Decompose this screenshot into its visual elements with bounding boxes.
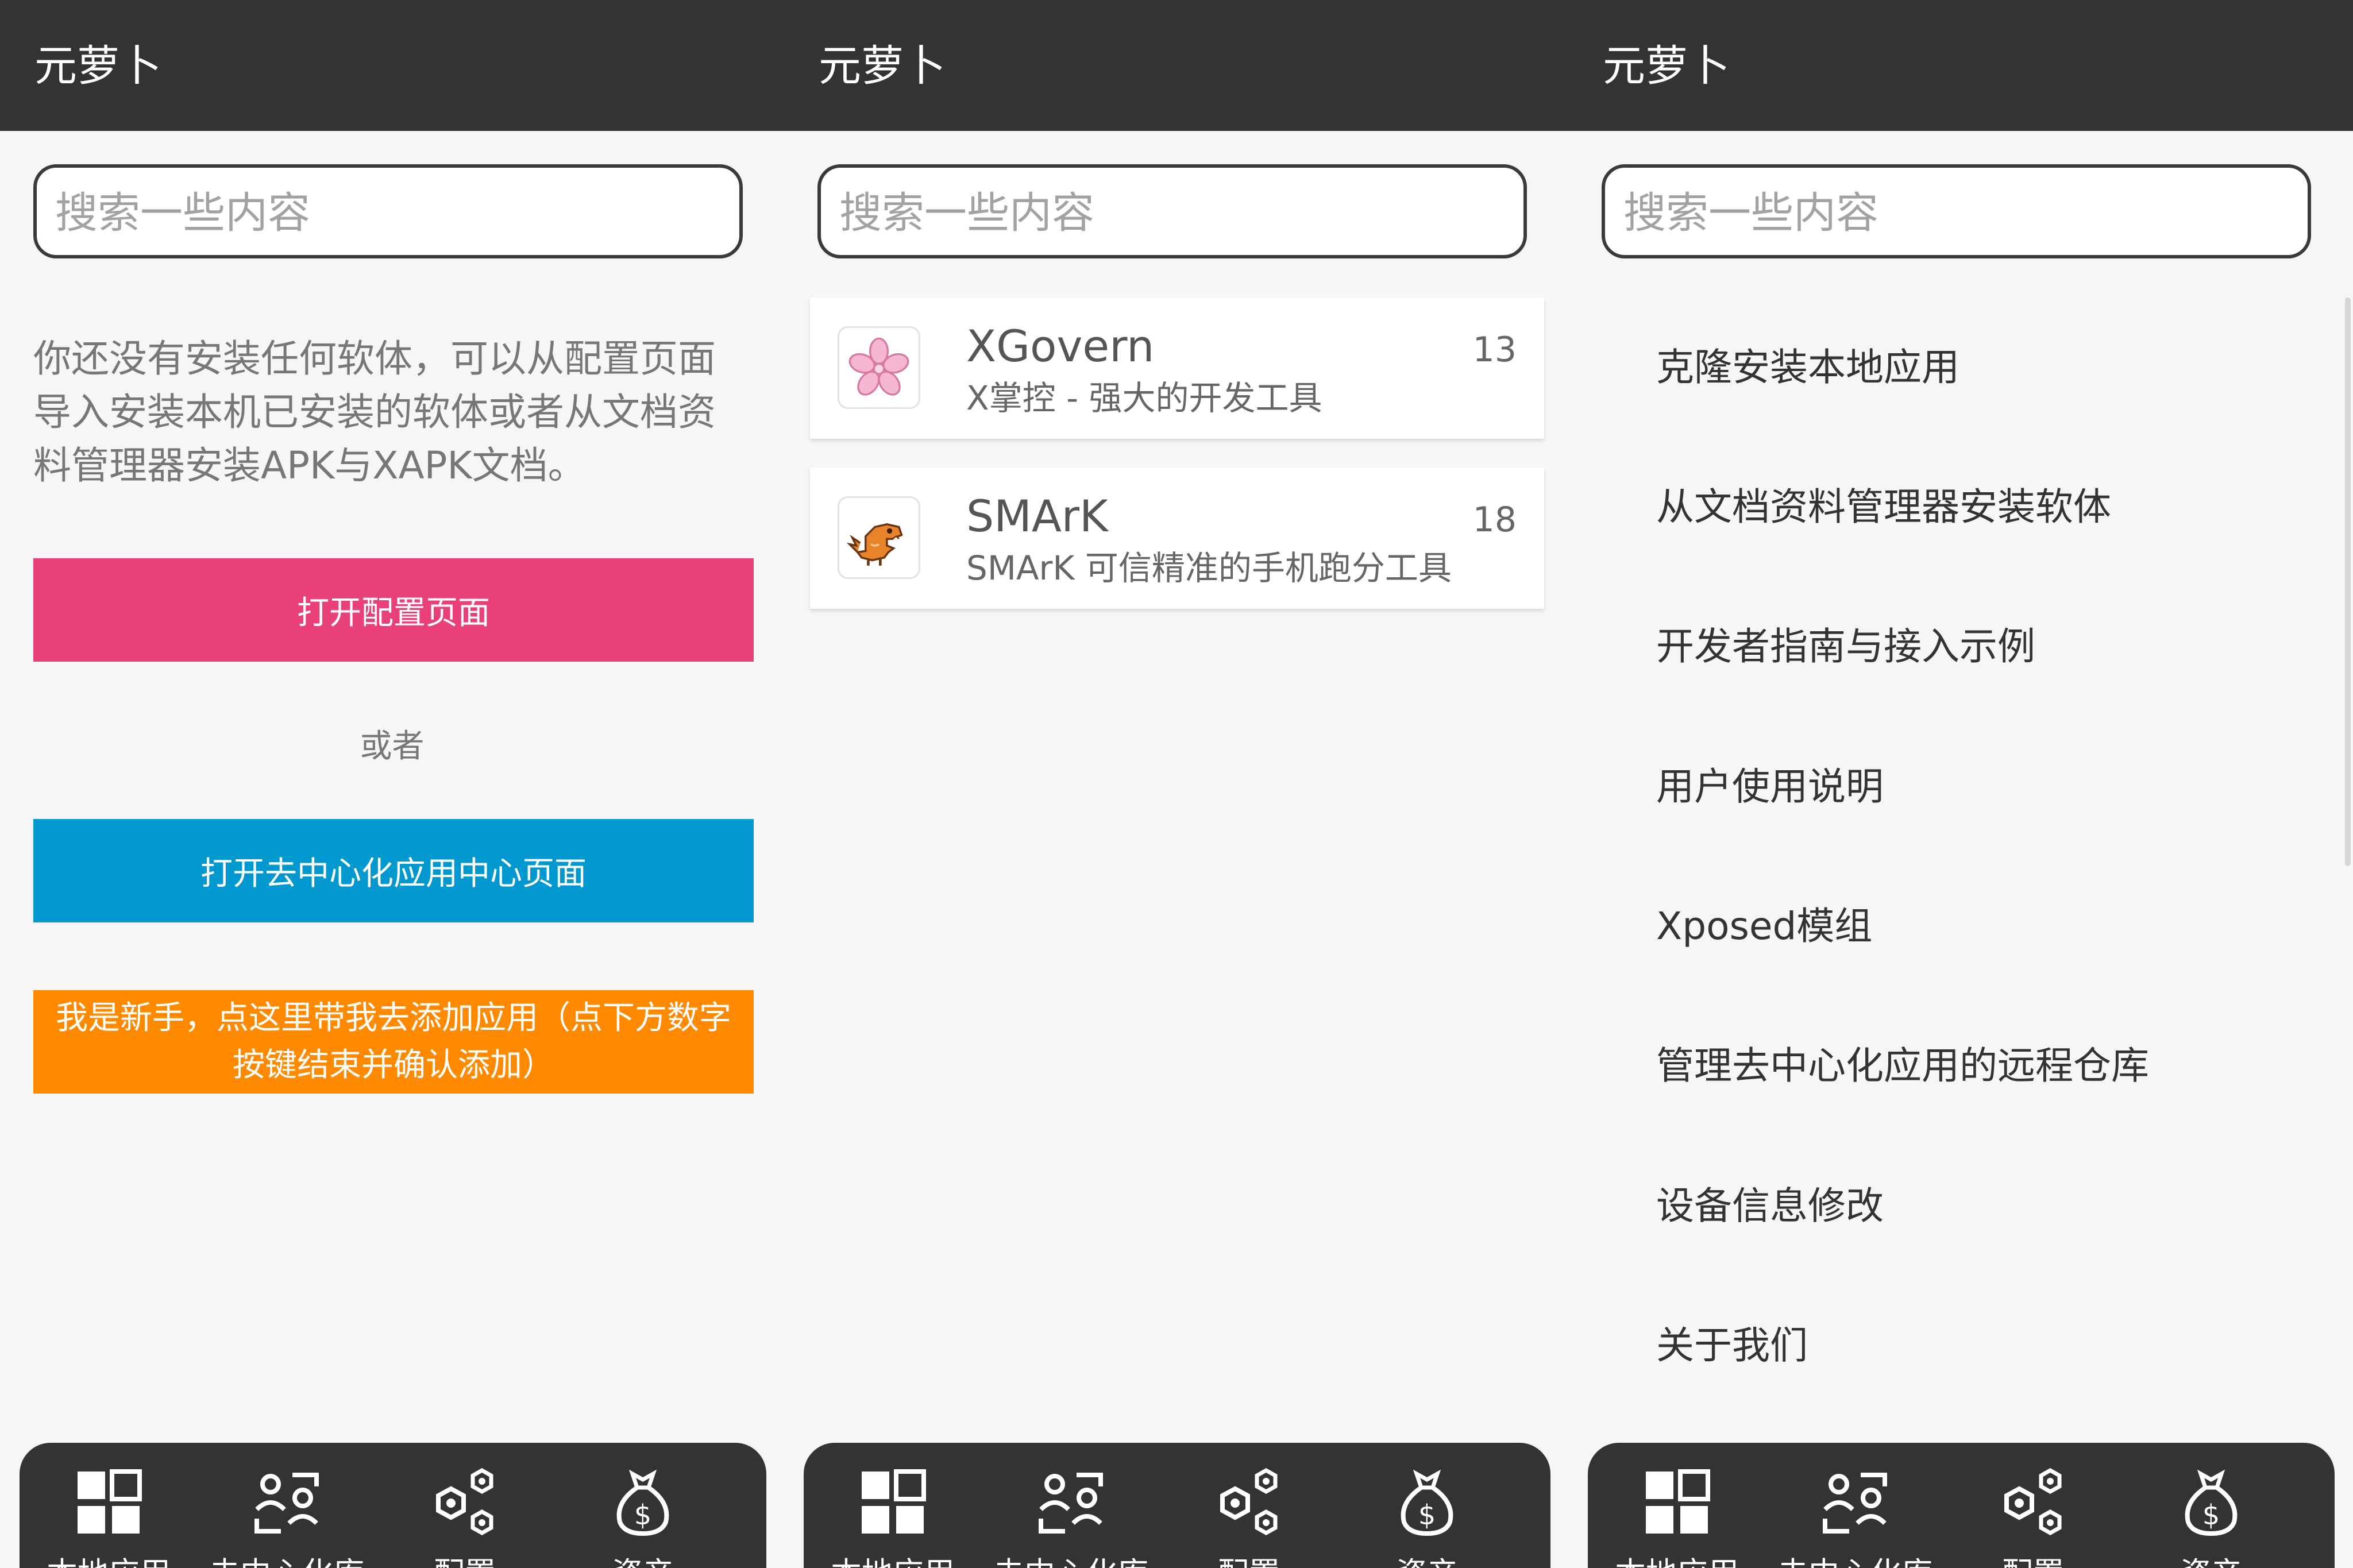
menu-item-clone-install[interactable]: 克隆安装本地应用 (1656, 345, 1959, 391)
nav-label: 去中心化库 (1766, 1555, 1944, 1568)
nav-label: 配置 (376, 1555, 554, 1568)
local-apps-screen: 元萝卜 搜索一些内容 你还没有安装任何软体，可以从配置页面导入安装本机已安装的软… (0, 0, 784, 1568)
nav-label: 资产 (2122, 1555, 2300, 1568)
app-list-item[interactable]: SMArK SMArK 可信精准的手机跑分工具 18 (810, 468, 1544, 609)
search-input[interactable]: 搜索一些内容 (1602, 164, 2311, 258)
people-icon (1039, 1473, 1103, 1534)
svg-text:$: $ (2202, 1499, 2220, 1531)
app-count: 13 (1472, 330, 1517, 370)
app-count: 18 (1472, 500, 1517, 540)
bottom-navigation: 本地应用 去中心化库 配置 (20, 1443, 766, 1568)
gears-icon (436, 1467, 493, 1536)
menu-item-remote-repos[interactable]: 管理去中心化应用的远程仓库 (1656, 1043, 2149, 1089)
newbie-guide-button[interactable]: 我是新手，点这里带我去添加应用（点下方数字按键结束并确认添加） (33, 990, 754, 1094)
nav-item-decentralized-repo[interactable]: 去中心化库 (1766, 1443, 1944, 1568)
search-input[interactable]: 搜索一些内容 (33, 164, 743, 258)
menu-item-about-us[interactable]: 关于我们 (1656, 1323, 1808, 1369)
nav-item-config[interactable]: 配置 (1944, 1443, 2122, 1568)
nav-label: 去中心化库 (198, 1555, 376, 1568)
app-name: XGovern (966, 320, 1155, 372)
nav-item-decentralized-repo[interactable]: 去中心化库 (982, 1443, 1160, 1568)
nav-item-assets[interactable]: $ 资产 (1338, 1443, 1516, 1568)
empty-state-message: 你还没有安装任何软体，可以从配置页面导入安装本机已安装的软体或者从文档资料管理器… (33, 337, 716, 488)
gears-icon (1220, 1467, 1278, 1536)
nav-label: 资产 (1338, 1555, 1516, 1568)
app-description: SMArK 可信精准的手机跑分工具 (966, 549, 1452, 588)
top-app-bar: 元萝卜 (784, 0, 1568, 131)
app-description: X掌控 - 强大的开发工具 (966, 379, 1322, 418)
money-bag-icon: $ (2185, 1469, 2238, 1536)
grid-icon (1646, 1469, 1710, 1534)
open-config-button[interactable]: 打开配置页面 (33, 558, 754, 662)
gears-icon (2004, 1467, 2062, 1536)
menu-item-developer-guide[interactable]: 开发者指南与接入示例 (1656, 624, 2035, 670)
or-divider-text: 或者 (360, 728, 425, 765)
search-placeholder: 搜索一些内容 (839, 188, 1094, 238)
svg-text:$: $ (634, 1499, 652, 1531)
nav-label: 本地应用 (1588, 1555, 1766, 1568)
nav-item-decentralized-repo[interactable]: 去中心化库 (198, 1443, 376, 1568)
menu-item-xposed-modules[interactable]: Xposed模组 (1656, 903, 1872, 949)
search-input[interactable]: 搜索一些内容 (817, 164, 1527, 258)
nav-label: 本地应用 (20, 1555, 198, 1568)
scrollbar[interactable] (2345, 298, 2351, 866)
open-decentralized-center-button[interactable]: 打开去中心化应用中心页面 (33, 819, 754, 922)
app-title: 元萝卜 (1603, 41, 1730, 91)
decentralized-repo-screen: 元萝卜 搜索一些内容 XGovern X掌控 - 强大的开发工具 13 SMAr… (784, 0, 1568, 1568)
app-name: SMArK (966, 491, 1108, 542)
top-app-bar: 元萝卜 (0, 0, 784, 131)
top-app-bar: 元萝卜 (1568, 0, 2353, 131)
nav-label: 本地应用 (804, 1555, 982, 1568)
app-list-item[interactable]: XGovern X掌控 - 强大的开发工具 13 (810, 298, 1544, 439)
cherry-blossom-icon (838, 326, 920, 409)
nav-item-assets[interactable]: $ 资产 (554, 1443, 732, 1568)
money-bag-icon: $ (1401, 1469, 1453, 1536)
menu-item-install-from-files[interactable]: 从文档资料管理器安装软体 (1656, 484, 2111, 530)
menu-item-device-info[interactable]: 设备信息修改 (1656, 1183, 1884, 1229)
app-title: 元萝卜 (34, 41, 162, 91)
nav-label: 配置 (1944, 1555, 2122, 1568)
nav-label: 去中心化库 (982, 1555, 1160, 1568)
nav-item-config[interactable]: 配置 (376, 1443, 554, 1568)
grid-icon (862, 1469, 926, 1534)
app-title: 元萝卜 (819, 41, 946, 91)
nav-item-local-apps[interactable]: 本地应用 (20, 1443, 198, 1568)
search-placeholder: 搜索一些内容 (1623, 188, 1878, 238)
menu-item-user-manual[interactable]: 用户使用说明 (1656, 764, 1884, 810)
nav-item-config[interactable]: 配置 (1160, 1443, 1338, 1568)
search-placeholder: 搜索一些内容 (55, 188, 310, 238)
config-screen: 元萝卜 搜索一些内容 克隆安装本地应用 从文档资料管理器安装软体 开发者指南与接… (1568, 0, 2353, 1568)
bottom-navigation: 本地应用 去中心化库 配置 (804, 1443, 1550, 1568)
nav-item-local-apps[interactable]: 本地应用 (804, 1443, 982, 1568)
grid-icon (78, 1469, 142, 1534)
nav-label: 配置 (1160, 1555, 1338, 1568)
nav-label: 资产 (554, 1555, 732, 1568)
nav-item-local-apps[interactable]: 本地应用 (1588, 1443, 1766, 1568)
money-bag-icon: $ (616, 1469, 669, 1536)
nav-item-assets[interactable]: $ 资产 (2122, 1443, 2300, 1568)
svg-text:$: $ (1418, 1499, 1436, 1531)
people-icon (254, 1473, 319, 1534)
people-icon (1823, 1473, 1887, 1534)
dinosaur-icon (838, 496, 920, 579)
bottom-navigation: 本地应用 去中心化库 配置 (1588, 1443, 2335, 1568)
